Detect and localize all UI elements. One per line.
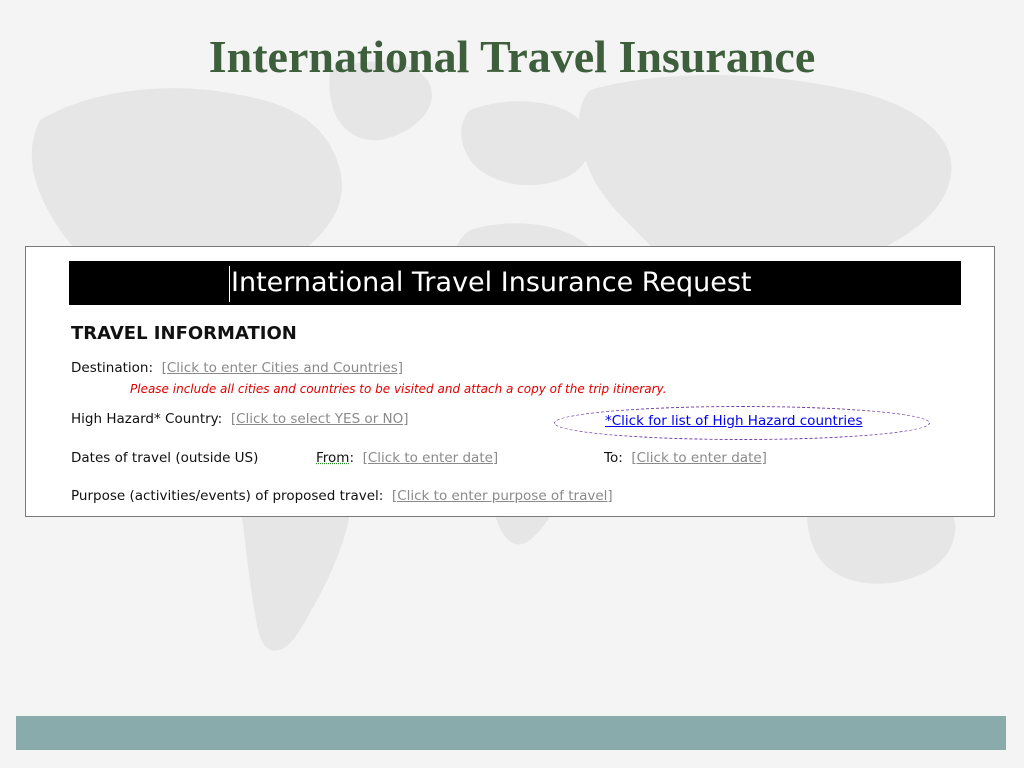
destination-note: Please include all cities and countries …	[130, 382, 667, 396]
to-date-field[interactable]: [Click to enter date]	[631, 450, 767, 466]
high-hazard-link-highlight: *Click for list of High Hazard countries	[554, 406, 930, 440]
high-hazard-label: High Hazard* Country:	[71, 411, 223, 427]
travel-insurance-form: International Travel Insurance Request T…	[25, 246, 995, 517]
from-date-group: From: [Click to enter date]	[316, 450, 498, 466]
destination-label: Destination:	[71, 360, 154, 376]
purpose-field[interactable]: [Click to enter purpose of travel]	[392, 488, 613, 504]
destination-field[interactable]: [Click to enter Cities and Countries]	[162, 360, 403, 376]
slide-title: International Travel Insurance	[208, 31, 816, 82]
form-header-text: International Travel Insurance Request	[231, 267, 752, 298]
high-hazard-row: High Hazard* Country: [Click to select Y…	[71, 411, 409, 427]
section-heading-travel-information: TRAVEL INFORMATION	[71, 323, 297, 344]
to-date-group: To: [Click to enter date]	[604, 450, 767, 466]
dates-label: Dates of travel (outside US)	[71, 450, 259, 466]
purpose-label: Purpose (activities/events) of proposed …	[71, 488, 384, 504]
purpose-row: Purpose (activities/events) of proposed …	[71, 488, 613, 504]
text-cursor	[229, 265, 230, 302]
from-label: From	[316, 450, 350, 466]
form-header: International Travel Insurance Request	[69, 261, 961, 305]
to-label: To:	[604, 450, 623, 466]
from-date-field[interactable]: [Click to enter date]	[363, 450, 499, 466]
footer-bar	[16, 716, 1006, 750]
destination-row: Destination: [Click to enter Cities and …	[71, 360, 403, 376]
high-hazard-field[interactable]: [Click to select YES or NO]	[231, 411, 409, 427]
high-hazard-countries-link[interactable]: *Click for list of High Hazard countries	[605, 413, 863, 429]
from-colon: :	[349, 450, 355, 466]
